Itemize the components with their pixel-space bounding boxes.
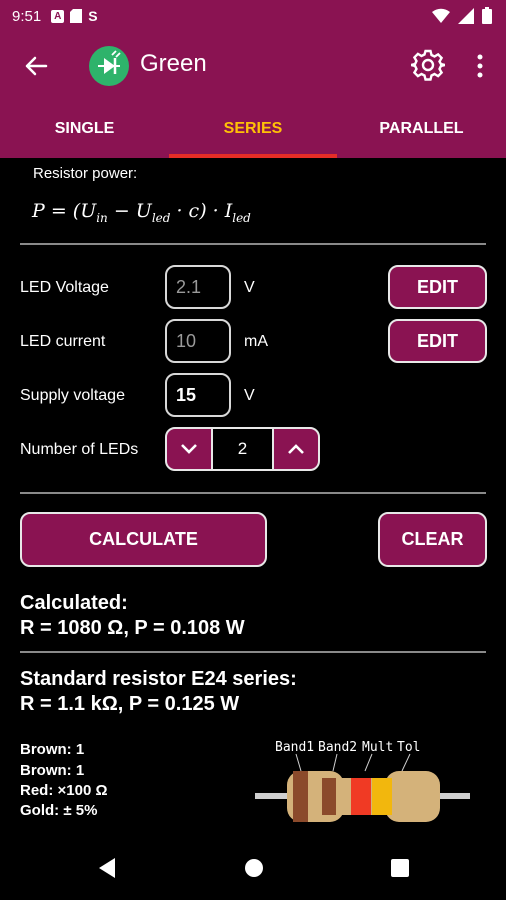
tab-series[interactable]: SERIES: [169, 100, 337, 158]
tolerance-band-text: Gold: ± 5%: [20, 802, 98, 819]
decrement-button[interactable]: [165, 427, 213, 471]
divider: [20, 243, 486, 245]
led-count-stepper: 2: [165, 427, 320, 471]
tab-single[interactable]: SINGLE: [0, 100, 169, 158]
standard-series-result: R = 1.1 kΩ, P = 0.125 W: [20, 693, 240, 715]
system-nav-bar: [0, 842, 506, 900]
overflow-menu-icon[interactable]: [470, 52, 490, 80]
status-bar: 9:51 A S: [0, 0, 506, 32]
edit-led-current-button[interactable]: EDIT: [388, 319, 487, 363]
tab-bar: SINGLE SERIES PARALLEL: [0, 100, 506, 158]
supply-voltage-unit: V: [244, 387, 255, 404]
tolerance-stripe: [372, 778, 392, 815]
led-app-icon: [89, 46, 129, 86]
power-formula: P = (Uin − Uled · c) · Iled: [32, 200, 251, 225]
calculated-title: Calculated:: [20, 592, 128, 614]
band-2-text: Brown: 1: [20, 762, 85, 779]
led-voltage-input[interactable]: 2.1: [165, 265, 231, 309]
nav-recents-icon[interactable]: [390, 856, 410, 880]
back-arrow-icon[interactable]: [22, 52, 50, 80]
notification-s-icon: S: [88, 8, 98, 24]
chevron-up-icon: [288, 444, 304, 454]
increment-button[interactable]: [272, 427, 320, 471]
nav-back-icon[interactable]: [97, 856, 117, 880]
resistor-diagram: Band1 Band2 Mult Tol: [255, 740, 470, 822]
calculate-button[interactable]: CALCULATE: [20, 512, 267, 567]
notification-icons: A S: [51, 8, 98, 24]
tab-indicator: [169, 154, 337, 158]
led-count-value: 2: [213, 427, 272, 471]
tab-parallel[interactable]: PARALLEL: [337, 100, 506, 158]
sim-card-icon: [70, 9, 83, 23]
band-2-stripe: [322, 778, 336, 815]
multiplier-stripe: [351, 778, 371, 815]
band-2-label: Band2: [318, 740, 357, 755]
edit-led-voltage-button[interactable]: EDIT: [388, 265, 487, 309]
band-1-label: Band1: [275, 740, 314, 755]
band-1-text: Brown: 1: [20, 741, 85, 758]
led-current-input[interactable]: 10: [165, 319, 231, 363]
app-title: Green: [140, 50, 207, 77]
app-bar: Green: [0, 32, 506, 100]
notification-a-icon: A: [51, 9, 65, 23]
signal-icon: [458, 7, 474, 24]
mult-label: Mult: [362, 740, 393, 755]
led-voltage-label: LED Voltage: [20, 279, 109, 296]
formula-caption: Resistor power:: [33, 165, 138, 182]
standard-series-title: Standard resistor E24 series:: [20, 668, 297, 690]
multiplier-band-text: Red: ×100 Ω: [20, 782, 108, 799]
number-of-leds-label: Number of LEDs: [20, 441, 139, 458]
status-time: 9:51: [12, 7, 42, 25]
band-1-stripe: [293, 771, 308, 822]
supply-voltage-input[interactable]: 15: [165, 373, 231, 417]
led-current-unit: mA: [244, 333, 268, 350]
divider: [20, 492, 486, 494]
tol-label: Tol: [397, 740, 420, 755]
settings-gear-icon[interactable]: [411, 48, 445, 82]
battery-icon: [482, 7, 492, 24]
nav-home-icon[interactable]: [243, 856, 265, 880]
divider: [20, 651, 486, 653]
supply-voltage-label: Supply voltage: [20, 387, 125, 404]
calculated-result: R = 1080 Ω, P = 0.108 W: [20, 617, 245, 639]
clear-button[interactable]: CLEAR: [378, 512, 487, 567]
wifi-icon: [432, 8, 450, 23]
led-current-label: LED current: [20, 333, 106, 350]
chevron-down-icon: [181, 444, 197, 454]
led-voltage-unit: V: [244, 279, 255, 296]
